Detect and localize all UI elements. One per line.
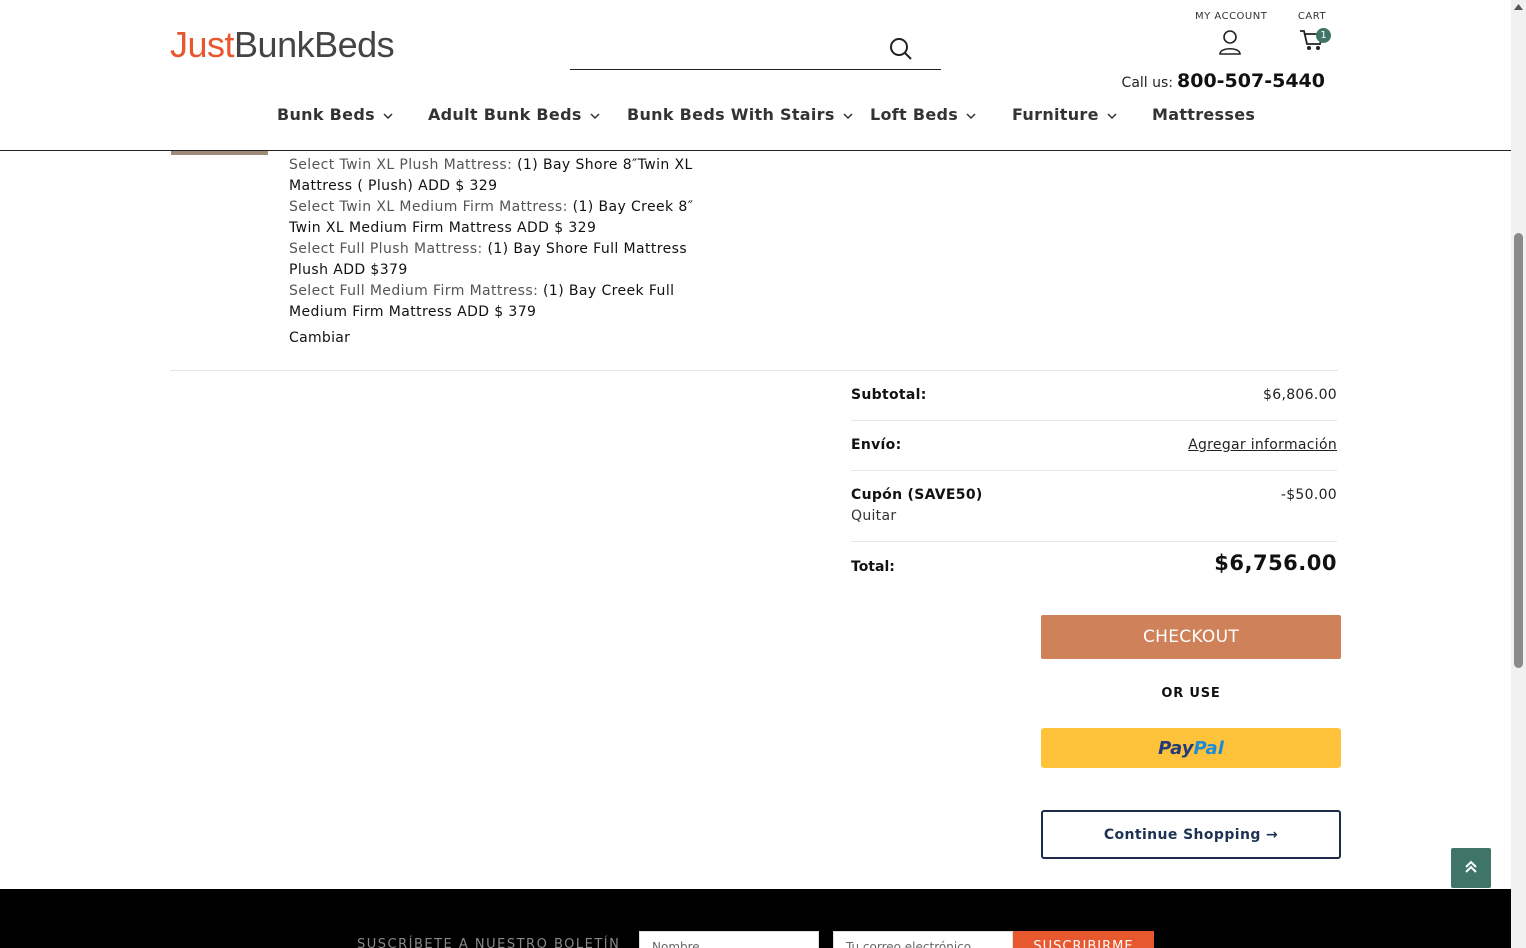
cart-label: CART [1297, 11, 1327, 22]
nav-item-bunk-beds[interactable]: Bunk Beds [277, 105, 393, 124]
option-label: Select Full Medium Firm Mattress: [289, 283, 539, 299]
logo-part-just: Just [170, 24, 235, 65]
paypal-logo-pay: Pay [1158, 737, 1194, 759]
phone-number[interactable]: 800-507-5440 [1177, 70, 1325, 92]
coupon-value: -$50.00 [1280, 487, 1337, 503]
coupon-row: Cupón (SAVE50) -$50.00 Quitar [851, 471, 1337, 542]
double-chevron-up-icon [1465, 860, 1477, 873]
subtotal-value: $6,806.00 [1263, 387, 1337, 403]
option-label: Select Full Plush Mattress: [289, 241, 483, 257]
logo-part-bunkbeds: BunkBeds [234, 24, 395, 65]
nav-item-label: Adult Bunk Beds [428, 105, 582, 124]
change-options-link[interactable]: Cambiar [289, 330, 350, 346]
nav-item-label: Loft Beds [870, 105, 959, 124]
user-icon [1219, 30, 1241, 55]
paypal-button[interactable]: PayPal [1041, 728, 1341, 768]
option-label: Select Twin XL Plush Mattress: [289, 157, 513, 173]
nav-item-label: Bunk Beds With Stairs [627, 105, 835, 124]
chevron-down-icon [383, 112, 393, 119]
option-row: Select Twin XL Medium Firm Mattress: (1)… [289, 197, 729, 239]
cart-item-options: Select Twin XL Plush Mattress: (1) Bay S… [289, 155, 729, 323]
total-label: Total: [851, 559, 895, 575]
scroll-to-top-button[interactable] [1451, 848, 1491, 888]
scrollbar[interactable] [1511, 0, 1526, 948]
scrollbar-thumb[interactable] [1514, 233, 1523, 668]
chevron-down-icon [843, 112, 853, 119]
cart-count-badge: 1 [1316, 28, 1331, 43]
remove-coupon-link[interactable]: Quitar [851, 508, 896, 524]
my-account-link[interactable]: MY ACCOUNT [1195, 11, 1268, 56]
shipping-row: Envío: Agregar información [851, 421, 1337, 471]
cart-link[interactable]: CART 1 [1292, 11, 1332, 52]
site-header: JustBunkBeds MY ACCOUNT CART 1 Call us: … [0, 0, 1511, 151]
main-nav: Bunk Beds Adult Bunk Beds Bunk Beds With… [0, 105, 1511, 141]
nav-item-label: Bunk Beds [277, 105, 375, 124]
search-bar[interactable] [570, 30, 941, 70]
site-footer: SUSCRÍBETE A NUESTRO BOLETÍN Nombre Tu c… [0, 889, 1511, 948]
chevron-down-icon [590, 112, 600, 119]
add-shipping-info-link[interactable]: Agregar información [1188, 437, 1337, 453]
site-logo[interactable]: JustBunkBeds [170, 24, 395, 66]
nav-item-label: Furniture [1012, 105, 1099, 124]
chevron-down-icon [966, 112, 976, 119]
paypal-logo-pal: Pal [1193, 737, 1224, 759]
nav-item-label: Mattresses [1152, 105, 1256, 124]
shipping-label: Envío: [851, 437, 902, 453]
newsletter-label: SUSCRÍBETE A NUESTRO BOLETÍN [357, 937, 621, 948]
nav-item-furniture[interactable]: Furniture [1012, 105, 1117, 124]
chevron-down-icon [1107, 112, 1117, 119]
coupon-label: Cupón (SAVE50) [851, 487, 983, 503]
option-row: Select Twin XL Plush Mattress: (1) Bay S… [289, 155, 729, 197]
search-icon[interactable] [889, 37, 913, 61]
subscribe-button[interactable]: SUSCRIBIRME [1013, 931, 1154, 948]
total-value: $6,756.00 [1214, 551, 1337, 575]
checkout-button[interactable]: CHECKOUT [1041, 615, 1341, 659]
option-row: Select Full Medium Firm Mattress: (1) Ba… [289, 281, 729, 323]
option-label: Select Twin XL Medium Firm Mattress: [289, 199, 568, 215]
page: JustBunkBeds MY ACCOUNT CART 1 Call us: … [0, 0, 1526, 948]
continue-shopping-button[interactable]: Continue Shopping → [1041, 810, 1341, 859]
cart-totals: Subtotal: $6,806.00 Envío: Agregar infor… [851, 371, 1337, 575]
nav-item-bunk-beds-with-stairs[interactable]: Bunk Beds With Stairs [627, 105, 853, 124]
my-account-label: MY ACCOUNT [1195, 11, 1268, 22]
nav-item-mattresses[interactable]: Mattresses [1152, 105, 1255, 124]
newsletter-email-input[interactable]: Tu correo electrónico [833, 931, 1013, 948]
call-us: Call us: 800-507-5440 [1122, 70, 1325, 92]
nav-item-loft-beds[interactable]: Loft Beds [870, 105, 976, 124]
option-row: Select Full Plush Mattress: (1) Bay Shor… [289, 239, 729, 281]
newsletter-name-input[interactable]: Nombre [639, 931, 819, 948]
call-us-label: Call us: [1121, 75, 1174, 91]
scroll-up-arrow-icon[interactable] [1514, 3, 1523, 10]
nav-item-adult-bunk-beds[interactable]: Adult Bunk Beds [428, 105, 600, 124]
or-use-label: OR USE [1161, 686, 1221, 701]
product-thumbnail[interactable] [171, 151, 268, 155]
subtotal-label: Subtotal: [851, 387, 927, 403]
subtotal-row: Subtotal: $6,806.00 [851, 371, 1337, 421]
